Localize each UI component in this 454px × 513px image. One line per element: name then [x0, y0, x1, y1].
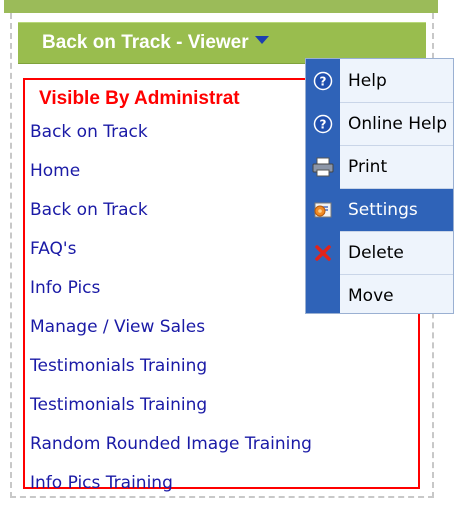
link-manage-view-sales[interactable]: Manage / View Sales — [30, 318, 312, 357]
menu-item-online-help[interactable]: ? Online Help — [306, 103, 453, 145]
menu-item-settings[interactable]: Settings — [306, 189, 453, 231]
link-info-pics[interactable]: Info Pics — [30, 279, 312, 318]
menu-item-label: Delete — [348, 243, 404, 263]
menu-item-label: Print — [348, 157, 388, 177]
menu-item-help[interactable]: ? Help — [306, 60, 453, 102]
link-random-rounded-image-training[interactable]: Random Rounded Image Training — [30, 435, 312, 474]
menu-item-delete[interactable]: Delete — [306, 232, 453, 274]
link-info-pics-training[interactable]: Info Pics Training — [30, 474, 312, 513]
settings-icon — [306, 189, 340, 231]
menu-item-label: Online Help — [348, 114, 447, 134]
svg-text:?: ? — [320, 75, 327, 89]
menu-item-print[interactable]: Print — [306, 146, 453, 188]
link-list: Back on Track Home Back on Track FAQ's I… — [30, 123, 312, 513]
link-testimonials-training-2[interactable]: Testimonials Training — [30, 396, 312, 435]
menu-item-move[interactable]: Move — [306, 275, 453, 313]
link-testimonials-training[interactable]: Testimonials Training — [30, 357, 312, 396]
svg-text:?: ? — [320, 118, 327, 132]
menu-item-label: Help — [348, 71, 387, 91]
visibility-title: Visible By Administrat — [39, 88, 240, 109]
menu-item-label: Move — [348, 286, 394, 306]
module-title: Back on Track - Viewer — [42, 32, 249, 53]
top-accent-bar — [4, 0, 438, 13]
menu-item-label: Settings — [348, 200, 418, 220]
delete-icon — [306, 232, 340, 274]
link-back-on-track-2[interactable]: Back on Track — [30, 201, 312, 240]
link-home[interactable]: Home — [30, 162, 312, 201]
online-help-icon: ? — [306, 103, 340, 145]
printer-icon — [306, 146, 340, 188]
context-menu: ? Help ? Online Help Print Settings Dele… — [305, 58, 454, 314]
chevron-down-icon[interactable] — [254, 36, 269, 44]
help-icon: ? — [306, 60, 340, 102]
link-faqs[interactable]: FAQ's — [30, 240, 312, 279]
link-back-on-track[interactable]: Back on Track — [30, 123, 312, 162]
